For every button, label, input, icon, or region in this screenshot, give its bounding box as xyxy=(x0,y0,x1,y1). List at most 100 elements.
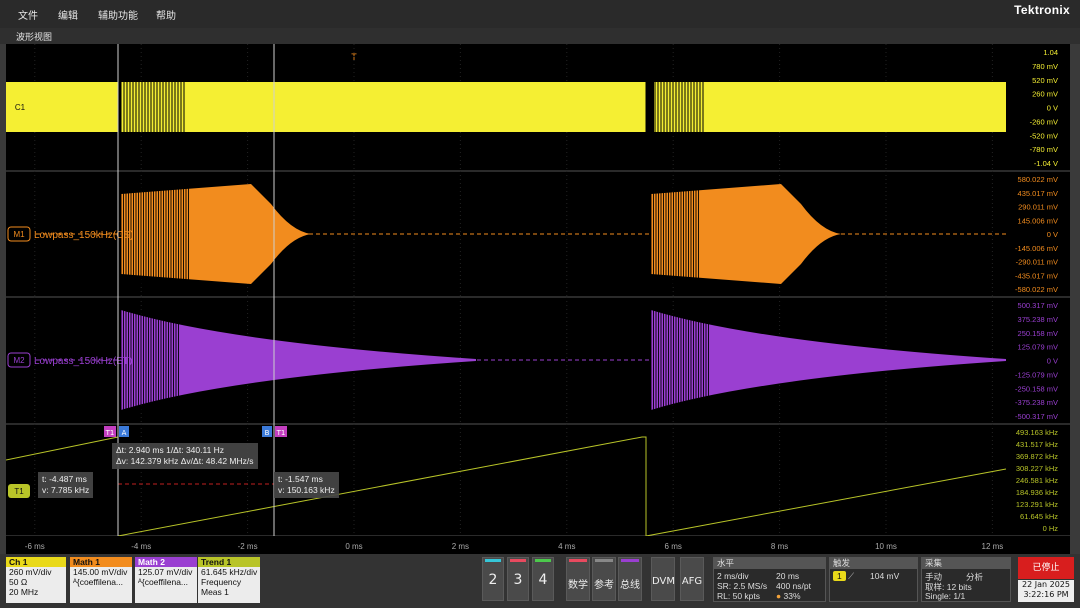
math1-badge-title: Math 1 xyxy=(70,557,132,567)
channel-3-label: 3 xyxy=(513,572,523,588)
channel-3-color-bar xyxy=(510,559,526,562)
ref-add-button[interactable]: 参考 xyxy=(592,557,616,601)
ch1-badge[interactable]: Ch 1 260 mV/div 50 Ω 20 MHz xyxy=(6,557,66,603)
dvm-label: DVM xyxy=(652,576,675,587)
m1-trace-label: Lowpass_150kHz(CS) xyxy=(34,230,134,241)
trigger-level: 104 mV xyxy=(870,571,900,581)
scale-label-m2: 125.079 mV xyxy=(1018,343,1058,352)
math2-badge[interactable]: Math 2 125.07 mV/div ᴬ{coeffilena... xyxy=(135,557,197,603)
ch1-bandwidth: 20 MHz xyxy=(9,587,39,597)
scale-label-m2: -500.317 mV xyxy=(1015,412,1058,421)
scale-label-m2: 500.317 mV xyxy=(1018,301,1058,310)
cursor-b-value: v: 150.163 kHz xyxy=(278,485,335,495)
scale-label-m1: 0 V xyxy=(1047,230,1058,239)
c1-waveform-segment xyxy=(121,82,646,132)
scale-label-t1: 123.291 kHz xyxy=(1016,500,1058,509)
cursor-b-t1-tag: T1 xyxy=(276,429,286,437)
menu-help[interactable]: 帮助 xyxy=(156,7,176,22)
ch1-scale: 260 mV/div xyxy=(9,567,52,577)
scale-label-m1: 145.006 mV xyxy=(1018,216,1058,225)
record-percent-value: 33% xyxy=(783,591,801,601)
channel-3-button[interactable]: 3 xyxy=(507,557,529,601)
trend1-scale: 61.645 kHz/div xyxy=(201,567,258,577)
ch1-termination: 50 Ω xyxy=(9,577,28,587)
scale-label-t1: 0 Hz xyxy=(1043,524,1059,533)
time-axis-label: 8 ms xyxy=(771,542,788,551)
scale-label-t1: 184.936 kHz xyxy=(1016,488,1058,497)
rising-edge-icon: ⟋ xyxy=(848,571,855,581)
acquisition-panel[interactable]: 采集 手动 分析 取样: 12 bits Single: 1/1 xyxy=(921,557,1011,602)
scale-label-c1: -520 mV xyxy=(1030,131,1058,140)
time-per-point: 400 ns/pt xyxy=(776,581,811,591)
time-axis-label: 6 ms xyxy=(665,542,682,551)
channel-4-color-bar xyxy=(535,559,551,562)
waveform-display[interactable]: T1.04780 mV520 mV260 mV0 V-260 mV-520 mV… xyxy=(6,44,1070,554)
menu-edit[interactable]: 编辑 xyxy=(58,7,78,22)
afg-label: AFG xyxy=(681,576,703,587)
date-text: 22 Jan 2025 xyxy=(1022,580,1070,589)
horizontal-position: 20 ms xyxy=(776,571,800,581)
scale-label-t1: 431.517 kHz xyxy=(1016,440,1058,449)
math1-scale: 145.00 mV/div xyxy=(73,567,128,577)
scale-label-c1: 1.04 xyxy=(1043,48,1058,57)
dvm-button[interactable]: DVM xyxy=(651,557,675,601)
record-length: RL: 50 kpts xyxy=(717,591,760,601)
time-axis-label: -2 ms xyxy=(238,542,258,551)
menu-accessibility[interactable]: 辅助功能 xyxy=(98,7,138,22)
math1-badge[interactable]: Math 1 145.00 mV/div ᴬ{coeffilena... xyxy=(70,557,132,603)
scale-label-c1: -1.04 V xyxy=(1034,159,1058,168)
afg-button[interactable]: AFG xyxy=(680,557,704,601)
channel-4-button[interactable]: 4 xyxy=(532,557,554,601)
ref-add-label: 参考 xyxy=(594,580,614,591)
horizontal-scale: 2 ms/div xyxy=(717,571,749,581)
scale-label-t1: 61.645 kHz xyxy=(1020,512,1058,521)
horizontal-title: 水平 xyxy=(714,558,825,569)
time-axis-label: 12 ms xyxy=(982,542,1004,551)
scale-label-m1: -290.011 mV xyxy=(1016,258,1058,267)
waveform-view-title: 波形视图 xyxy=(16,33,53,43)
cursor-b-time: t: -1.547 ms xyxy=(278,474,323,484)
bus-add-label: 总线 xyxy=(620,580,640,591)
trigger-title: 触发 xyxy=(830,558,917,569)
trend1-badge[interactable]: Trend 1 61.645 kHz/div Frequency Meas 1 xyxy=(198,557,260,603)
time-axis-bg xyxy=(6,536,1070,554)
m1-channel-tag: M1 xyxy=(13,230,25,239)
scale-label-t1: 246.581 kHz xyxy=(1016,476,1058,485)
scale-label-t1: 308.227 kHz xyxy=(1016,464,1058,473)
cursor-a-t1-tag: T1 xyxy=(105,429,115,437)
time-axis-label: 2 ms xyxy=(452,542,469,551)
run-stop-button[interactable]: 已停止 xyxy=(1018,557,1074,579)
scale-label-m1: 435.017 mV xyxy=(1018,189,1058,198)
math1-expression: ᴬ{coeffilena... xyxy=(73,577,124,587)
scale-label-m1: -145.006 mV xyxy=(1015,244,1058,253)
c1-waveform-segment xyxy=(654,82,1006,132)
acquisition-single: Single: 1/1 xyxy=(925,591,966,601)
scale-label-c1: -780 mV xyxy=(1030,145,1058,154)
trend1-measure: Frequency xyxy=(201,577,242,587)
menu-file[interactable]: 文件 xyxy=(18,7,38,22)
time-text: 3:22:16 PM xyxy=(1023,590,1069,599)
bus-color-bar xyxy=(621,559,639,562)
trend1-badge-title: Trend 1 xyxy=(198,557,260,567)
scale-label-c1: -260 mV xyxy=(1030,117,1058,126)
channel-2-button[interactable]: 2 xyxy=(482,557,504,601)
m1-burst xyxy=(121,184,311,284)
t1-channel-tag: T1 xyxy=(14,487,24,496)
waveform-view-bar xyxy=(0,28,1080,44)
math-add-button[interactable]: 数学 xyxy=(566,557,590,601)
trigger-source-badge: 1 xyxy=(833,571,846,581)
scale-label-m2: 0 V xyxy=(1047,357,1058,366)
record-percent-icon: ● xyxy=(776,591,782,601)
trigger-source: 1 ⟋ xyxy=(833,571,854,582)
time-axis-label: 0 ms xyxy=(345,542,362,551)
bus-add-button[interactable]: 总线 xyxy=(618,557,642,601)
channel-2-label: 2 xyxy=(488,572,498,588)
horizontal-panel[interactable]: 水平 2 ms/div 20 ms SR: 2.5 MS/s 400 ns/pt… xyxy=(713,557,826,602)
waveform-plot[interactable]: T1.04780 mV520 mV260 mV0 V-260 mV-520 mV… xyxy=(6,44,1070,554)
trigger-panel[interactable]: 触发 1 ⟋ 104 mV xyxy=(829,557,918,602)
scale-label-m2: 250.158 mV xyxy=(1018,329,1058,338)
math-color-bar xyxy=(569,559,587,562)
acquisition-title: 采集 xyxy=(922,558,1010,569)
scale-label-m1: -435.017 mV xyxy=(1015,271,1058,280)
math2-scale: 125.07 mV/div xyxy=(138,567,193,577)
